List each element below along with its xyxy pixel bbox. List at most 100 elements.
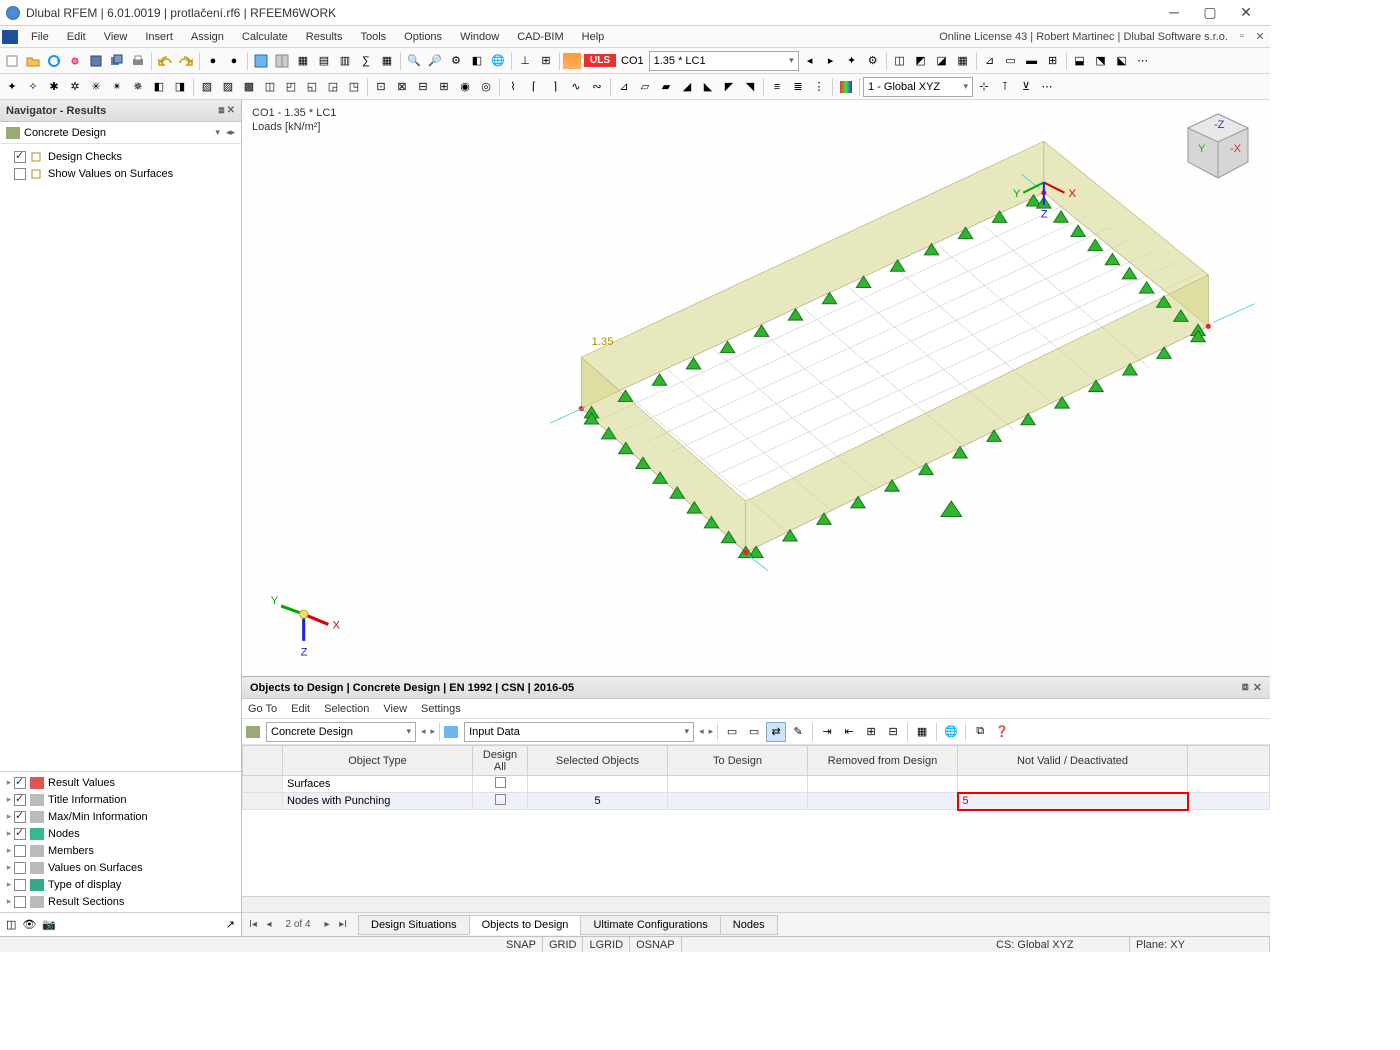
view-cube[interactable]: -X Y -Z bbox=[1178, 106, 1258, 186]
tab-design-situations[interactable]: Design Situations bbox=[358, 915, 470, 935]
status-snap[interactable]: SNAP bbox=[500, 937, 543, 952]
btree-6[interactable]: ▸ Type of display bbox=[0, 876, 241, 893]
col-selected[interactable]: Selected Objects bbox=[528, 746, 668, 776]
tb2-25-icon[interactable]: ⌈ bbox=[524, 77, 544, 97]
view-c-icon[interactable]: ◪ bbox=[932, 51, 952, 71]
layout1-icon[interactable] bbox=[251, 51, 271, 71]
expander-icon[interactable]: ▸ bbox=[4, 777, 14, 788]
mdi-close-button[interactable]: ✕ bbox=[1252, 30, 1268, 44]
view-a-icon[interactable]: ◫ bbox=[890, 51, 910, 71]
view-b-icon[interactable]: ◩ bbox=[911, 51, 931, 71]
tb2-34-icon[interactable]: ◤ bbox=[719, 77, 739, 97]
nav-section-dropdown-icon[interactable]: ▾ bbox=[215, 127, 220, 138]
btree-checkbox[interactable] bbox=[14, 794, 26, 806]
scr-b-icon[interactable]: ⬔ bbox=[1091, 51, 1111, 71]
expander-icon[interactable]: ▸ bbox=[4, 845, 14, 856]
menu-insert[interactable]: Insert bbox=[136, 29, 182, 45]
tb2-38-icon[interactable]: ⋮ bbox=[809, 77, 829, 97]
tb2-9-icon[interactable]: ◨ bbox=[170, 77, 190, 97]
lc-a-icon[interactable]: ✦ bbox=[842, 51, 862, 71]
tb2-11-icon[interactable]: ▨ bbox=[218, 77, 238, 97]
maximize-button[interactable]: ▢ bbox=[1192, 2, 1228, 24]
coord-system-combo[interactable]: 1 - Global XYZ ▾ bbox=[863, 77, 973, 97]
expander-icon[interactable]: ▸ bbox=[4, 811, 14, 822]
btree-0[interactable]: ▸ Result Values bbox=[0, 774, 241, 791]
bp-t6-icon[interactable]: ⇤ bbox=[839, 722, 859, 742]
tb2-35-icon[interactable]: ◥ bbox=[740, 77, 760, 97]
tb2-19-icon[interactable]: ⊠ bbox=[392, 77, 412, 97]
bp-t1-icon[interactable]: ▭ bbox=[722, 722, 742, 742]
tb2-cs1-icon[interactable]: ⊹ bbox=[974, 77, 994, 97]
bp-t11-icon[interactable]: ⧉ bbox=[970, 722, 990, 742]
menu-view[interactable]: View bbox=[95, 29, 137, 45]
pager-prev-icon[interactable]: ◂ bbox=[262, 919, 276, 930]
table-icon[interactable]: ▦ bbox=[377, 51, 397, 71]
tb2-27-icon[interactable]: ∿ bbox=[566, 77, 586, 97]
disp-c-icon[interactable]: ▬ bbox=[1022, 51, 1042, 71]
close-button[interactable]: ✕ bbox=[1228, 2, 1264, 24]
nav-close-icon[interactable]: ✕ bbox=[227, 105, 235, 116]
tb2-21-icon[interactable]: ⊞ bbox=[434, 77, 454, 97]
tb2-30-icon[interactable]: ▱ bbox=[635, 77, 655, 97]
axis-icon[interactable]: ⊥ bbox=[515, 51, 535, 71]
expander-icon[interactable]: ▸ bbox=[4, 896, 14, 907]
btree-checkbox[interactable] bbox=[14, 862, 26, 874]
status-osnap[interactable]: OSNAP bbox=[630, 937, 682, 952]
bp-t8-icon[interactable]: ⊟ bbox=[883, 722, 903, 742]
tb2-3-icon[interactable]: ✱ bbox=[44, 77, 64, 97]
tb2-26-icon[interactable]: ⌉ bbox=[545, 77, 565, 97]
tb2-8-icon[interactable]: ◧ bbox=[149, 77, 169, 97]
tab-nodes[interactable]: Nodes bbox=[720, 915, 778, 935]
disp-b-icon[interactable]: ▭ bbox=[1001, 51, 1021, 71]
tb2-13-icon[interactable]: ◫ bbox=[260, 77, 280, 97]
bp-menu-edit[interactable]: Edit bbox=[291, 703, 310, 715]
col-removed[interactable]: Removed from Design bbox=[808, 746, 958, 776]
bp-pin-icon[interactable]: ⧈ bbox=[1242, 681, 1249, 694]
tree-show-values[interactable]: Show Values on Surfaces bbox=[0, 165, 241, 182]
col-to-design[interactable]: To Design bbox=[668, 746, 808, 776]
project-icon[interactable] bbox=[2, 30, 18, 44]
grid-icon[interactable]: ⊞ bbox=[536, 51, 556, 71]
tb2-37-icon[interactable]: ≣ bbox=[788, 77, 808, 97]
pager-first-icon[interactable]: I◂ bbox=[246, 919, 260, 930]
tb2-5-icon[interactable]: ✳ bbox=[86, 77, 106, 97]
tb2-cs2-icon[interactable]: ⊺ bbox=[995, 77, 1015, 97]
bp-menu-selection[interactable]: Selection bbox=[324, 703, 369, 715]
expander-icon[interactable]: ▸ bbox=[4, 794, 14, 805]
saveall-icon[interactable] bbox=[107, 51, 127, 71]
menu-options[interactable]: Options bbox=[395, 29, 451, 45]
tb2-33-icon[interactable]: ◣ bbox=[698, 77, 718, 97]
tb2-7-icon[interactable]: ✵ bbox=[128, 77, 148, 97]
viewport-3d[interactable]: CO1 - 1.35 * LC1 Loads [kN/m²] bbox=[242, 100, 1270, 676]
menu-help[interactable]: Help bbox=[573, 29, 614, 45]
bp-close-icon[interactable]: ✕ bbox=[1253, 681, 1262, 694]
btree-checkbox[interactable] bbox=[14, 879, 26, 891]
menu-assign[interactable]: Assign bbox=[182, 29, 233, 45]
expander-icon[interactable]: ▸ bbox=[4, 828, 14, 839]
tb2-23-icon[interactable]: ◎ bbox=[476, 77, 496, 97]
btree-4[interactable]: ▸ Members bbox=[0, 842, 241, 859]
bp-hscroll[interactable] bbox=[242, 896, 1270, 912]
colormap-icon[interactable] bbox=[836, 77, 856, 97]
col-rownum[interactable] bbox=[243, 746, 283, 776]
tb2-22-icon[interactable]: ◉ bbox=[455, 77, 475, 97]
mdi-restore-button[interactable]: ▫ bbox=[1234, 30, 1250, 44]
bp-combo2[interactable]: Input Data▾ bbox=[464, 722, 694, 742]
nav-pin-icon[interactable]: ⧈ bbox=[218, 105, 224, 116]
menu-window[interactable]: Window bbox=[451, 29, 508, 45]
col-invalid[interactable]: Not Valid / Deactivated bbox=[958, 746, 1188, 776]
print-icon[interactable] bbox=[128, 51, 148, 71]
layout4-icon[interactable]: ▤ bbox=[314, 51, 334, 71]
table-row[interactable]: Nodes with Punching 5 5 bbox=[243, 793, 1270, 810]
tb2-1-icon[interactable]: ✦ bbox=[2, 77, 22, 97]
bp-t4-icon[interactable]: ✎ bbox=[788, 722, 808, 742]
disp-d-icon[interactable]: ⊞ bbox=[1043, 51, 1063, 71]
new-icon[interactable] bbox=[2, 51, 22, 71]
sb-icon-1[interactable]: ◫ bbox=[6, 918, 16, 931]
bp-next2-icon[interactable]: ▸ bbox=[709, 726, 714, 737]
col-design-all[interactable]: Design All bbox=[473, 746, 528, 776]
invalid-highlight-cell[interactable]: 5 bbox=[958, 793, 1188, 810]
layout2-icon[interactable] bbox=[272, 51, 292, 71]
tb2-2-icon[interactable]: ✧ bbox=[23, 77, 43, 97]
tb2-17-icon[interactable]: ◳ bbox=[344, 77, 364, 97]
